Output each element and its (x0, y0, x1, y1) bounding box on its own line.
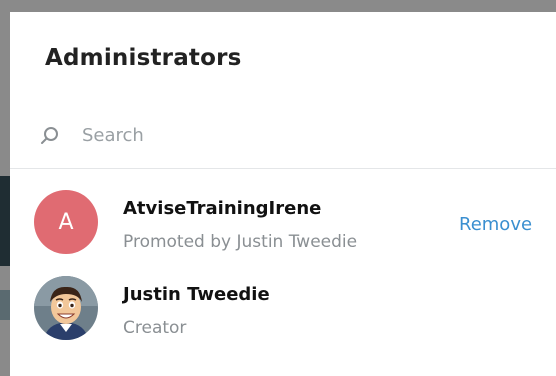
remove-button[interactable]: Remove (459, 214, 532, 235)
search-input[interactable] (82, 120, 382, 150)
background-edge-dark (0, 176, 10, 266)
dialog-title: Administrators (45, 45, 242, 71)
avatar-letter: A (58, 209, 74, 235)
admin-subtitle: Creator (123, 318, 187, 338)
background-edge-top (0, 0, 556, 12)
admin-name: Justin Tweedie (123, 284, 270, 305)
divider (10, 168, 556, 169)
admin-subtitle: Promoted by Justin Tweedie (123, 232, 358, 252)
admin-name: AtviseTrainingIrene (123, 198, 322, 219)
admin-list-item[interactable]: Justin Tweedie Creator (10, 276, 556, 350)
window-frame: Administrators A AtviseTrainingIrene Pro… (0, 0, 556, 376)
admin-list-item[interactable]: A AtviseTrainingIrene Promoted by Justin… (10, 190, 556, 264)
background-edge-dark (0, 290, 10, 320)
avatar-photo (34, 276, 98, 340)
search-icon (41, 127, 58, 144)
administrators-dialog: Administrators A AtviseTrainingIrene Pro… (10, 14, 556, 376)
avatar[interactable] (34, 276, 98, 340)
avatar[interactable]: A (34, 190, 98, 254)
